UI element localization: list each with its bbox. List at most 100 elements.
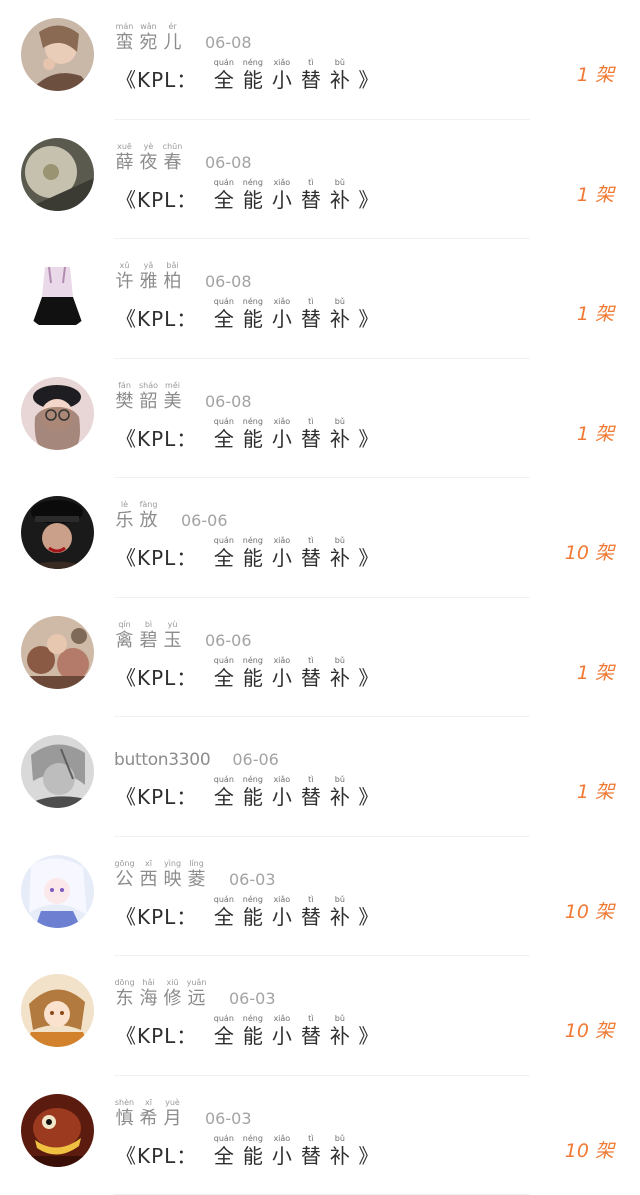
sender-name[interactable]: gōng公xī西yìng映líng菱 xyxy=(114,859,207,891)
hanzi-character: 西 xyxy=(140,869,158,891)
list-item[interactable]: dōng东hǎi海xiū修yuǎn远06-03《KPL：quán全néng能xi… xyxy=(0,956,640,1076)
list-item[interactable]: qín禽bì碧yù玉06-06《KPL：quán全néng能xiǎo小tì替bǔ… xyxy=(0,598,640,718)
gift-title-char: néng能 xyxy=(238,1134,267,1168)
pinyin-annotation: bǔ xyxy=(335,417,345,427)
gift-title-char: tì替 xyxy=(296,417,325,451)
list-item[interactable]: xuē薛yè夜chūn春06-08《KPL：quán全néng能xiǎo小tì替… xyxy=(0,120,640,240)
pinyin-annotation: xiǎo xyxy=(273,58,290,68)
sender-name[interactable]: fán樊sháo韶měi美 xyxy=(114,381,183,413)
avatar-image xyxy=(21,496,94,569)
sender-name-char: xī西 xyxy=(138,859,159,891)
gift-title-suffix: 》 xyxy=(358,307,378,331)
pinyin-annotation: fàng xyxy=(140,500,158,510)
gift-title-char: quán全 xyxy=(209,895,238,929)
hanzi-character: 宛 xyxy=(140,32,158,54)
pinyin-annotation: qín xyxy=(118,620,130,630)
avatar[interactable] xyxy=(21,1094,94,1167)
gift-title-prefix: 《KPL： xyxy=(116,307,197,331)
list-item[interactable]: mán蛮wǎn宛ér儿06-08《KPL：quán全néng能xiǎo小tì替b… xyxy=(0,0,640,120)
pinyin-annotation: xiǎo xyxy=(273,895,290,905)
hanzi-character: 能 xyxy=(243,666,263,690)
list-item[interactable]: lè乐fàng放06-06《KPL：quán全néng能xiǎo小tì替bǔ补》… xyxy=(0,478,640,598)
sender-name[interactable]: mán蛮wǎn宛ér儿 xyxy=(114,22,183,54)
list-item[interactable]: gōng公xī西yìng映líng菱06-03《KPL：quán全néng能xi… xyxy=(0,837,640,957)
gift-title-char: bǔ补 xyxy=(325,775,354,809)
gift-title-suffix: 》 xyxy=(358,188,378,212)
pinyin-annotation: néng xyxy=(243,297,263,307)
hanzi-character: 春 xyxy=(164,152,182,174)
gift-title-char: tì替 xyxy=(296,536,325,570)
sender-name[interactable]: shèn慎xī希yuè月 xyxy=(114,1098,183,1130)
sender-name-char: yuǎn远 xyxy=(186,978,207,1010)
sender-name-char: gōng公 xyxy=(114,859,135,891)
hanzi-character: 柏 xyxy=(164,271,182,293)
list-item[interactable]: fán樊sháo韶měi美06-08《KPL：quán全néng能xiǎo小tì… xyxy=(0,359,640,479)
gift-title-char: xiǎo小 xyxy=(267,417,296,451)
gift-title-prefix: 《KPL： xyxy=(116,785,197,809)
gift-count: 1 架 xyxy=(577,780,614,804)
avatar[interactable] xyxy=(21,138,94,211)
list-item[interactable]: button330006-06《KPL：quán全néng能xiǎo小tì替bǔ… xyxy=(0,717,640,837)
avatar[interactable] xyxy=(21,18,94,91)
pinyin-annotation: néng xyxy=(243,58,263,68)
sender-name[interactable]: button3300 xyxy=(114,749,210,771)
sender-name[interactable]: qín禽bì碧yù玉 xyxy=(114,620,183,652)
gift-title-suffix: 》 xyxy=(358,905,378,929)
gift-title-prefix: 《KPL： xyxy=(116,188,197,212)
sender-name-char: bì碧 xyxy=(138,620,159,652)
list-item[interactable]: shèn慎xī希yuè月06-03《KPL：quán全néng能xiǎo小tì替… xyxy=(0,1076,640,1195)
hanzi-character: 希 xyxy=(140,1108,158,1130)
pinyin-annotation: yǎ xyxy=(144,261,154,271)
hanzi-character: 全 xyxy=(214,666,234,690)
pinyin-annotation: dōng xyxy=(114,978,134,988)
gift-title-char: bǔ补 xyxy=(325,1134,354,1168)
pinyin-annotation: quán xyxy=(214,536,234,546)
sender-name-char: ér儿 xyxy=(162,22,183,54)
hanzi-character: 许 xyxy=(116,271,134,293)
pinyin-annotation: gōng xyxy=(114,859,134,869)
avatar[interactable] xyxy=(21,616,94,689)
gift-count: 10 架 xyxy=(565,1019,614,1043)
pinyin-annotation: tì xyxy=(308,656,313,666)
gift-title-char: xiǎo小 xyxy=(267,536,296,570)
hanzi-character: 补 xyxy=(330,905,350,929)
sender-meta: xuē薛yè夜chūn春06-08 xyxy=(114,140,252,174)
avatar[interactable] xyxy=(21,735,94,808)
gift-title-char: xiǎo小 xyxy=(267,297,296,331)
sender-name[interactable]: xǔ许yǎ雅bǎi柏 xyxy=(114,261,183,293)
hanzi-character: 小 xyxy=(272,1144,292,1168)
avatar[interactable] xyxy=(21,377,94,450)
gift-count: 1 架 xyxy=(577,183,614,207)
avatar[interactable] xyxy=(21,855,94,928)
gift-title-char: tì替 xyxy=(296,58,325,92)
avatar[interactable] xyxy=(21,496,94,569)
hanzi-character: 远 xyxy=(188,988,206,1010)
gift-record-list: mán蛮wǎn宛ér儿06-08《KPL：quán全néng能xiǎo小tì替b… xyxy=(0,0,640,1185)
timestamp: 06-06 xyxy=(232,749,279,771)
hanzi-character: 玉 xyxy=(164,630,182,652)
gift-title-char: bǔ补 xyxy=(325,178,354,212)
avatar[interactable] xyxy=(21,257,94,330)
hanzi-character: 儿 xyxy=(164,32,182,54)
gift-title-char: quán全 xyxy=(209,536,238,570)
timestamp: 06-08 xyxy=(205,32,252,54)
list-item[interactable]: xǔ许yǎ雅bǎi柏06-08《KPL：quán全néng能xiǎo小tì替bǔ… xyxy=(0,239,640,359)
hanzi-character: 东 xyxy=(116,988,134,1010)
avatar-image xyxy=(21,735,94,808)
sender-meta: xǔ许yǎ雅bǎi柏06-08 xyxy=(114,259,252,293)
pinyin-annotation: ér xyxy=(168,22,176,32)
pinyin-annotation: bǔ xyxy=(335,536,345,546)
timestamp: 06-03 xyxy=(229,869,276,891)
pinyin-annotation: tì xyxy=(308,297,313,307)
pinyin-annotation: quán xyxy=(214,297,234,307)
sender-name[interactable]: xuē薛yè夜chūn春 xyxy=(114,142,183,174)
hanzi-character: 全 xyxy=(214,905,234,929)
sender-name[interactable]: dōng东hǎi海xiū修yuǎn远 xyxy=(114,978,207,1010)
gift-title-char: bǔ补 xyxy=(325,895,354,929)
hanzi-character: 公 xyxy=(116,869,134,891)
avatar-image xyxy=(21,1094,94,1167)
pinyin-annotation: néng xyxy=(243,895,263,905)
sender-name[interactable]: lè乐fàng放 xyxy=(114,500,159,532)
avatar[interactable] xyxy=(21,974,94,1047)
sender-meta: lè乐fàng放06-06 xyxy=(114,498,228,532)
